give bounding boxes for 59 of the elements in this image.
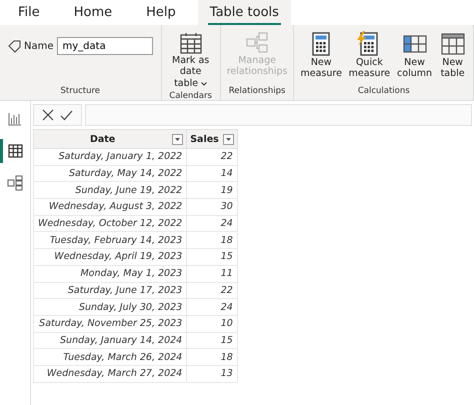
formula-field[interactable] (85, 104, 472, 126)
group-label: Calendars (168, 91, 213, 102)
table-cell: 22 (186, 148, 238, 166)
bar-chart-icon (8, 112, 22, 126)
table-cell: Saturday, January 1, 2022 (34, 148, 187, 166)
tag-icon (8, 40, 21, 52)
group-label: Structure (59, 86, 102, 98)
name-label: Name (24, 40, 54, 52)
caret-icon (175, 138, 180, 140)
table-cell: Saturday, November 25, 2023 (34, 315, 187, 332)
filter-button[interactable] (222, 134, 234, 144)
table-cell: Wednesday, October 12, 2022 (34, 215, 187, 232)
column-header: Sales (190, 134, 219, 144)
ribbon-tab[interactable]: Home (62, 0, 124, 25)
table-cell: Wednesday, April 19, 2023 (34, 248, 187, 266)
table-cell: 30 (186, 198, 238, 216)
table-icon (8, 144, 22, 158)
table-cell: Tuesday, March 26, 2024 (34, 348, 187, 366)
table-cell: Saturday, June 17, 2023 (34, 282, 187, 299)
table-cell: Wednesday, March 27, 2024 (34, 365, 187, 382)
table-cell: Wednesday, August 3, 2022 (34, 198, 187, 216)
close-icon[interactable] (42, 109, 54, 121)
ribbon-button[interactable]: New measure (298, 29, 344, 82)
table-cell: Saturday, May 14, 2022 (34, 165, 187, 182)
table-cell: 15 (186, 332, 238, 349)
ribbon-tab[interactable]: Help (134, 0, 188, 25)
column-header: Date (88, 134, 116, 144)
table-cell: Monday, May 1, 2023 (34, 265, 187, 282)
calendar-icon (178, 31, 203, 55)
table-cell: 13 (186, 365, 238, 382)
ribbon-button[interactable]: Quick measure (346, 29, 393, 82)
ribbon-button[interactable]: New table (436, 29, 469, 82)
ribbon-tab[interactable]: Table tools (198, 0, 291, 25)
table-cell: 19 (186, 182, 238, 199)
table-cell: Sunday, January 14, 2024 (34, 332, 187, 349)
table-cell: 18 (186, 348, 238, 366)
caret-icon (226, 138, 231, 140)
table-cell: Sunday, July 30, 2023 (34, 298, 187, 316)
ribbon-tab[interactable]: File (6, 0, 52, 25)
check-icon[interactable] (60, 110, 73, 120)
table-cell: 11 (186, 265, 238, 282)
table-cell: 24 (186, 215, 238, 232)
table-cell: 18 (186, 232, 238, 249)
ribbon-button[interactable]: New column (394, 29, 434, 82)
table-cell: Tuesday, February 14, 2023 (34, 232, 187, 249)
table-cell: 14 (186, 165, 238, 182)
name-field[interactable]: my_data (56, 37, 153, 55)
table-cell: 22 (186, 282, 238, 299)
table-cell: 15 (186, 248, 238, 266)
table-icon (440, 31, 466, 57)
filter-button[interactable] (172, 134, 184, 144)
model-icon (7, 175, 23, 191)
relationships-icon (245, 31, 270, 55)
table-cell: Sunday, June 19, 2022 (34, 182, 187, 199)
table-cell: 24 (186, 298, 238, 316)
ribbon-button[interactable]: Mark as date table (166, 29, 216, 92)
group-label: Relationships (228, 86, 286, 98)
group-label: Calculations (356, 86, 411, 98)
table-cell: 10 (186, 315, 238, 332)
